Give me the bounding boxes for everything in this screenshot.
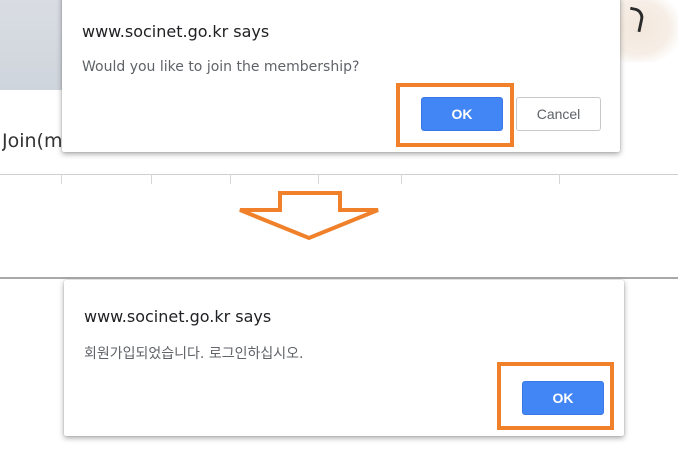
background-banner-image: [0, 0, 64, 90]
dialog-message: 회원가입되었습니다. 로그인하십시오.: [84, 346, 304, 362]
alert-dialog: www.socinet.go.kr says 회원가입되었습니다. 로그인하십시…: [64, 280, 624, 436]
background-table-tick: [61, 174, 62, 184]
down-arrow-outline-icon: [239, 191, 379, 241]
background-character-image: [612, 0, 678, 62]
confirm-dialog: www.socinet.go.kr says Would you like to…: [62, 0, 620, 152]
ok-button[interactable]: OK: [421, 97, 503, 131]
background-table-tick: [559, 174, 560, 184]
screenshot-divider: [0, 277, 678, 279]
dialog-title: www.socinet.go.kr says: [82, 22, 270, 41]
background-table-tick: [318, 174, 319, 184]
background-table-border: [0, 174, 678, 175]
screenshot-stage: Join(m www.socinet.go.kr says Would you …: [0, 0, 678, 471]
cancel-button[interactable]: Cancel: [516, 97, 601, 131]
background-table-tick: [401, 174, 402, 184]
ok-button[interactable]: OK: [522, 381, 604, 415]
dialog-message: Would you like to join the membership?: [82, 59, 360, 75]
background-table-tick: [151, 174, 152, 184]
background-join-text: Join(m: [2, 130, 63, 152]
dialog-title: www.socinet.go.kr says: [84, 307, 272, 326]
background-table-tick: [230, 174, 231, 184]
